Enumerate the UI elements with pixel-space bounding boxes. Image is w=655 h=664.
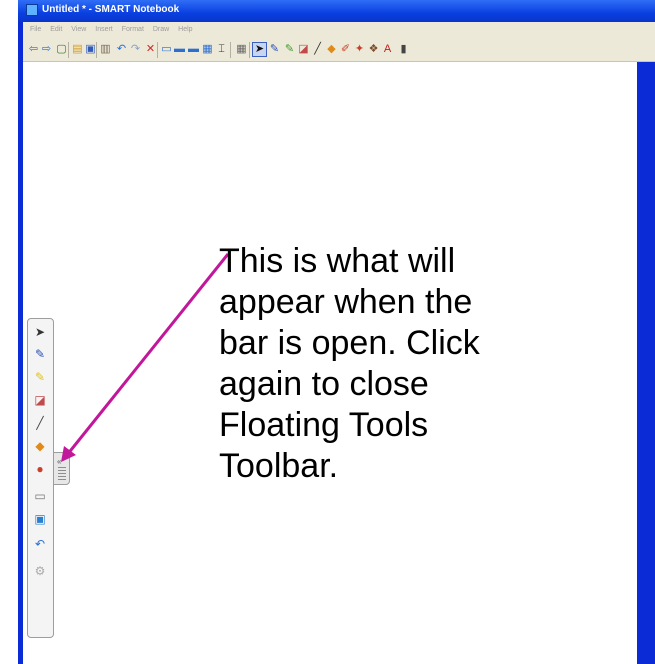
floating-tools-toolbar: ➤ ✎ ✎ ◪ ╱ ◆ ● ▭ ▣ ↶ ⚙	[27, 318, 54, 638]
floating-eraser-icon[interactable]: ◪	[33, 393, 47, 407]
menu-view[interactable]: View	[71, 26, 86, 33]
annotation-line: again to close	[219, 365, 429, 403]
toolbar-separator	[230, 42, 231, 58]
menu-file[interactable]: File	[30, 26, 41, 33]
floating-customize-icon[interactable]: ⚙	[33, 564, 47, 578]
line-icon[interactable]: ╱	[311, 43, 324, 56]
title-bar[interactable]: Untitled * - SMART Notebook	[18, 0, 655, 22]
open-icon[interactable]: ▤	[71, 43, 84, 56]
side-tab-strip[interactable]	[637, 62, 655, 664]
more-icon[interactable]: ▮	[397, 43, 410, 56]
delete-icon[interactable]: ✕	[144, 43, 157, 56]
menu-edit[interactable]: Edit	[50, 26, 62, 33]
table-icon[interactable]: ▦	[235, 43, 248, 56]
screen-capture-icon[interactable]: ▦	[201, 43, 214, 56]
menu-insert[interactable]: Insert	[95, 26, 113, 33]
floating-highlighter-icon[interactable]: ✎	[33, 370, 47, 384]
annotation-line: Toolbar.	[219, 447, 339, 485]
annotation-line: appear when the	[219, 283, 473, 321]
select-icon[interactable]: ➤	[252, 42, 267, 57]
floating-toolbar-collapse-tab[interactable]: «	[53, 452, 70, 485]
grip-icon	[58, 467, 66, 480]
toolbar-separator	[249, 42, 250, 58]
pen-icon[interactable]: ✎	[268, 43, 281, 56]
fill-icon[interactable]: ✐	[339, 43, 352, 56]
floating-undo-icon[interactable]: ↶	[33, 537, 47, 551]
add-page-icon[interactable]: ▢	[55, 43, 68, 56]
toolbar-separator	[157, 42, 158, 58]
creative-pen-icon[interactable]: ✎	[283, 43, 296, 56]
menu-format[interactable]: Format	[122, 26, 144, 33]
floating-pen-icon[interactable]: ✎	[33, 347, 47, 361]
floating-page-icon[interactable]: ▣	[33, 512, 47, 526]
undo-icon[interactable]: ↶	[115, 43, 128, 56]
magic-pen-icon[interactable]: ✦	[353, 43, 366, 56]
menu-bar: File Edit View Insert Format Draw Help	[23, 22, 655, 38]
dual-page-icon[interactable]: ▬	[187, 43, 200, 56]
window-title: Untitled * - SMART Notebook	[42, 4, 180, 15]
menu-help[interactable]: Help	[178, 26, 192, 33]
screen-shade-icon[interactable]: ▭	[160, 43, 173, 56]
toolbar-separator	[96, 42, 97, 58]
menu-draw[interactable]: Draw	[153, 26, 169, 33]
floating-shapes-icon[interactable]: ◆	[33, 439, 47, 453]
floating-select-icon[interactable]: ➤	[33, 325, 47, 339]
paste-icon[interactable]: ▥	[99, 43, 112, 56]
back-icon[interactable]: ⇦	[27, 43, 40, 56]
document-camera-icon[interactable]: ⌶	[215, 43, 228, 56]
text-icon[interactable]: A	[381, 43, 394, 56]
floating-keyboard-icon[interactable]: ▭	[33, 489, 47, 503]
floating-line-icon[interactable]: ╱	[33, 416, 47, 430]
properties-icon[interactable]: ❖	[367, 43, 380, 56]
main-toolbar: ⇦ ⇨ ▢ ▤ ▣ ▥ ↶ ↷ ✕ ▭ ▬ ▬ ▦ ⌶ ▦ ➤ ✎ ✎ ◪ ╱ ◆ ✐ ✦ ❖ A ▮	[23, 38, 655, 62]
annotation-line: This is what will	[219, 242, 456, 280]
annotation-line: bar is open. Click	[219, 324, 480, 362]
annotation-text: This is what will appear when the bar is…	[219, 241, 639, 487]
eraser-icon[interactable]: ◪	[297, 43, 310, 56]
annotation-line: Floating Tools	[219, 406, 429, 444]
app-icon	[26, 4, 38, 16]
floating-fill-icon[interactable]: ●	[33, 462, 47, 476]
forward-icon[interactable]: ⇨	[40, 43, 53, 56]
chevron-left-icon: «	[57, 457, 62, 466]
redo-icon[interactable]: ↷	[129, 43, 142, 56]
full-screen-icon[interactable]: ▬	[173, 43, 186, 56]
shapes-icon[interactable]: ◆	[325, 43, 338, 56]
toolbar-separator	[68, 42, 69, 58]
